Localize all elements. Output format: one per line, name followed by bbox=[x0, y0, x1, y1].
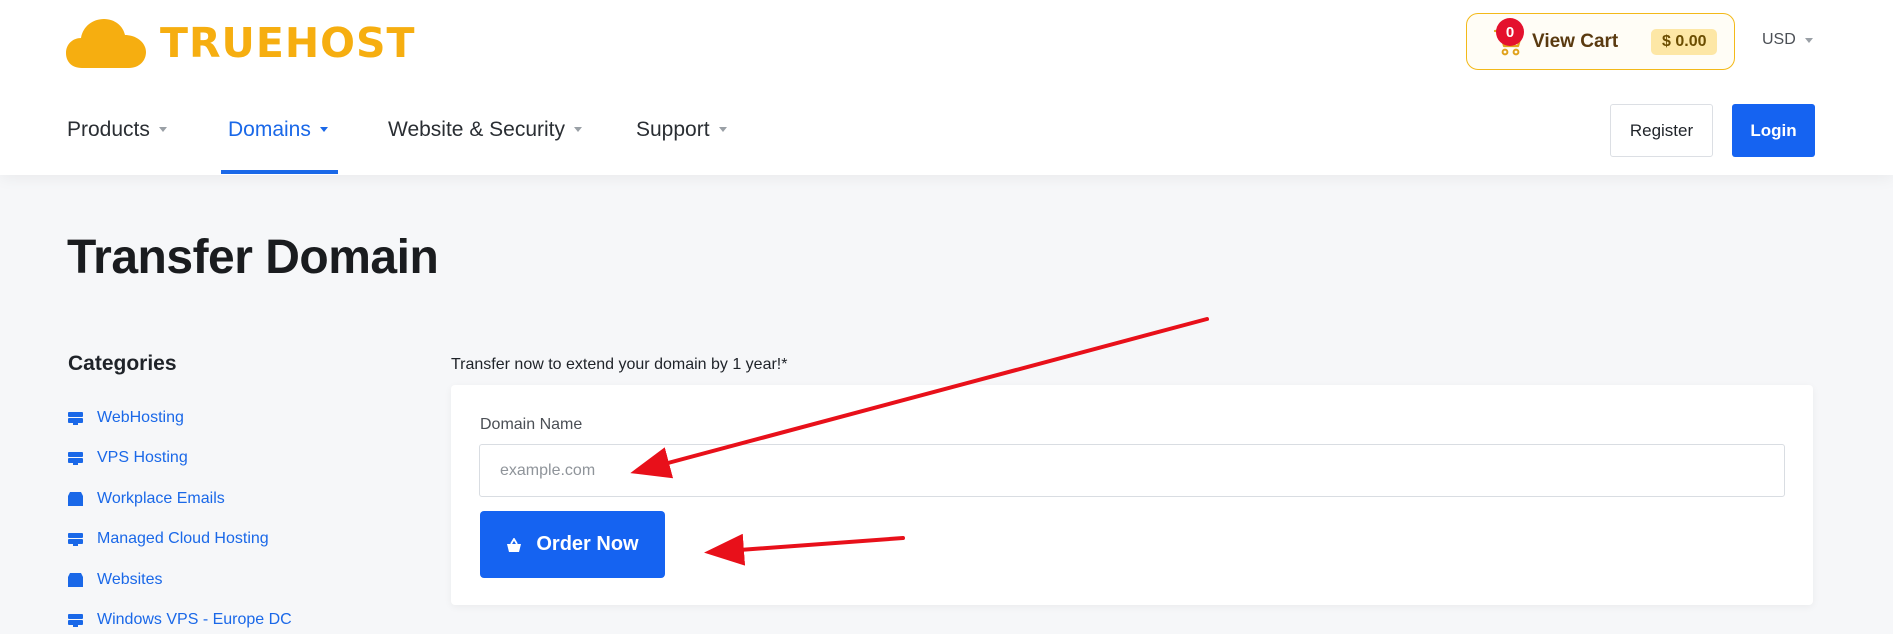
nav-item-domains[interactable]: Domains bbox=[228, 84, 328, 175]
nav-item-label: Support bbox=[636, 117, 710, 141]
page-title: Transfer Domain bbox=[67, 231, 439, 284]
category-label: VPS Hosting bbox=[97, 449, 188, 466]
order-now-label: Order Now bbox=[536, 533, 639, 555]
category-link-vps-hosting[interactable]: VPS Hosting bbox=[68, 446, 188, 470]
site-header: TRUEHOST 0 View Cart $ 0.00 USD Products… bbox=[0, 0, 1893, 175]
category-label: WebHosting bbox=[97, 409, 184, 426]
nav-item-support[interactable]: Support bbox=[636, 84, 727, 175]
currency-value: USD bbox=[1762, 31, 1796, 48]
category-label: Managed Cloud Hosting bbox=[97, 530, 269, 547]
category-link-managed-cloud-hosting[interactable]: Managed Cloud Hosting bbox=[68, 527, 269, 551]
chevron-down-icon bbox=[319, 127, 328, 132]
category-link-workplace-emails[interactable]: Workplace Emails bbox=[68, 487, 225, 511]
nav-item-label: Website & Security bbox=[388, 117, 566, 141]
server-icon bbox=[68, 614, 83, 627]
currency-selector[interactable]: USD bbox=[1762, 31, 1813, 49]
cart-count-badge: 0 bbox=[1496, 18, 1524, 46]
view-cart-label: View Cart bbox=[1532, 31, 1619, 52]
login-button[interactable]: Login bbox=[1732, 104, 1815, 157]
category-label: Windows VPS - Europe DC bbox=[97, 611, 292, 628]
nav-item-products[interactable]: Products bbox=[67, 84, 167, 175]
server-icon bbox=[68, 412, 83, 425]
category-link-websites[interactable]: Websites bbox=[68, 568, 163, 592]
categories-heading: Categories bbox=[68, 352, 177, 375]
category-label: Websites bbox=[97, 571, 163, 588]
server-icon bbox=[68, 452, 83, 465]
category-link-windows-vps[interactable]: Windows VPS - Europe DC bbox=[68, 608, 292, 632]
chevron-down-icon bbox=[718, 127, 727, 132]
category-label: Workplace Emails bbox=[97, 490, 225, 507]
server-icon bbox=[68, 533, 83, 546]
box-icon bbox=[68, 492, 83, 506]
active-nav-indicator bbox=[221, 170, 338, 174]
register-button[interactable]: Register bbox=[1610, 104, 1713, 157]
chevron-down-icon bbox=[158, 127, 167, 132]
brand-name: TRUEHOST bbox=[160, 19, 416, 67]
domain-name-input[interactable] bbox=[479, 444, 1785, 497]
category-link-webhosting[interactable]: WebHosting bbox=[68, 406, 184, 430]
transfer-note: Transfer now to extend your domain by 1 … bbox=[451, 356, 788, 373]
domain-name-label: Domain Name bbox=[480, 416, 583, 433]
nav-item-label: Domains bbox=[228, 117, 311, 141]
chevron-down-icon bbox=[574, 127, 583, 132]
nav-item-website-security[interactable]: Website & Security bbox=[388, 84, 583, 175]
chevron-down-icon bbox=[1804, 37, 1813, 43]
nav-item-label: Products bbox=[67, 117, 150, 141]
basket-icon bbox=[507, 537, 522, 552]
truehost-logo[interactable]: TRUEHOST bbox=[66, 16, 416, 70]
view-cart-button[interactable]: 0 View Cart $ 0.00 bbox=[1466, 13, 1735, 70]
cart-total: $ 0.00 bbox=[1651, 29, 1718, 55]
cloud-icon bbox=[66, 19, 146, 68]
order-now-button[interactable]: Order Now bbox=[480, 511, 665, 578]
box-icon bbox=[68, 573, 83, 587]
